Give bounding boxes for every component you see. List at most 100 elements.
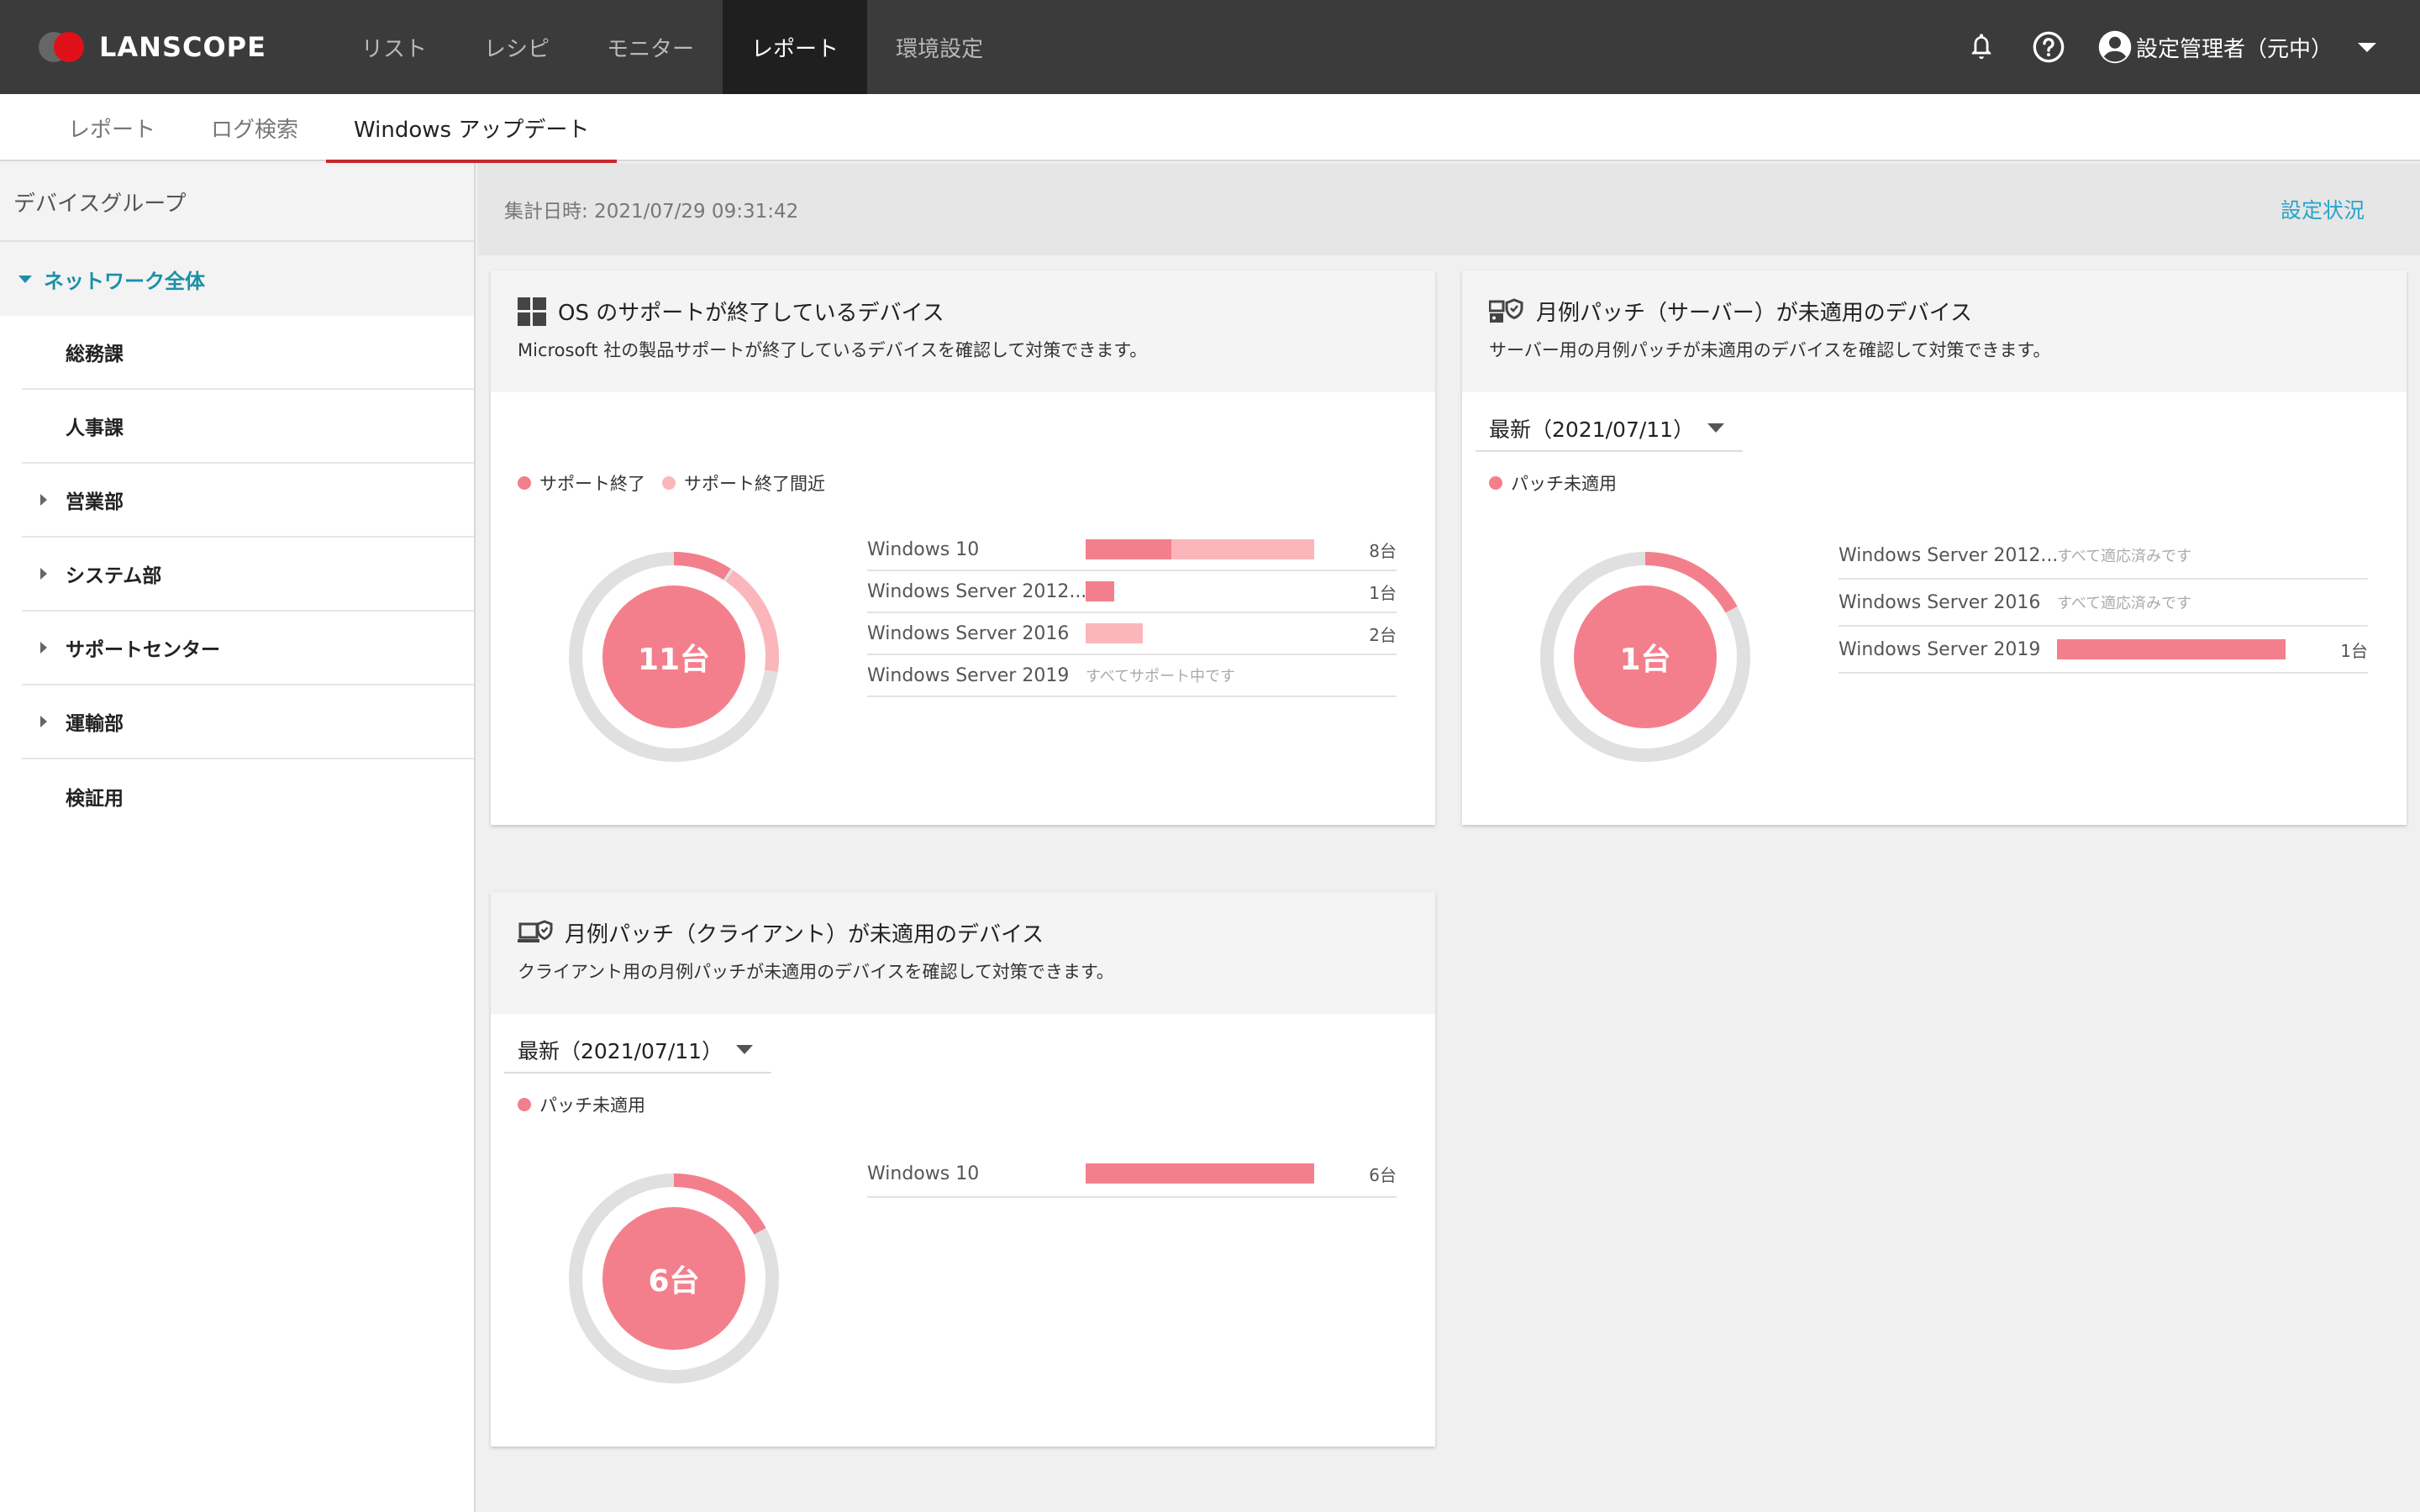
- caret-down-icon: [18, 275, 32, 283]
- bar-row-note: すべてサポート中です: [1086, 668, 1236, 685]
- chart-legend: パッチ未適用: [1489, 470, 1617, 496]
- caret-right-icon[interactable]: [40, 642, 47, 654]
- card-header: 月例パッチ（サーバー）が未適用のデバイス サーバー用の月例パッチが未適用のデバイ…: [1462, 270, 2407, 392]
- card-header: OS のサポートが終了しているデバイス Microsoft 社の製品サポートが終…: [491, 270, 1435, 392]
- bar-row-os-name: Windows Server 2019: [1839, 638, 2041, 660]
- select-value: 最新（2021/07/11）: [1489, 417, 1695, 442]
- caret-right-icon[interactable]: [40, 568, 47, 580]
- tab-report[interactable]: レポート: [40, 94, 183, 161]
- lanscope-logo[interactable]: LANSCOPE: [39, 30, 333, 64]
- server-shield-icon: [1489, 297, 1523, 323]
- bar-row[interactable]: Windows Server 2012... すべて適応済みです: [1839, 533, 2368, 580]
- bar-row[interactable]: Windows 10 6台: [867, 1151, 1397, 1198]
- legend-dot-patch-missing: [1489, 476, 1502, 490]
- sidebar-title: デバイスグループ: [0, 163, 474, 242]
- server-donut-chart: 1台: [1536, 548, 1754, 766]
- user-menu[interactable]: 設定管理者（元中）: [2097, 29, 2376, 65]
- sidebar-item-group[interactable]: 運輸部: [22, 685, 474, 759]
- donut-total: 11台: [637, 643, 711, 677]
- bar-row-count: 6台: [1369, 1164, 1397, 1185]
- sidebar-group-list: 総務課 人事課営業部システム部サポートセンター 運輸部検証用: [0, 316, 474, 833]
- caret-right-icon[interactable]: [40, 494, 47, 506]
- bar-track: [1086, 1163, 1314, 1184]
- sidebar-item-group[interactable]: サポートセンター: [22, 612, 474, 685]
- legend-support-near: サポート終了間近: [684, 474, 825, 494]
- sidebar-item-label: 検証用: [66, 788, 124, 810]
- top-right-tools: 設定管理者（元中）: [1933, 29, 2376, 66]
- help-icon[interactable]: [2030, 29, 2067, 66]
- bar-segment-patch-missing: [2057, 639, 2286, 659]
- tab-log-search[interactable]: ログ検索: [183, 94, 326, 161]
- card-description: サーバー用の月例パッチが未適用のデバイスを確認して対策できます。: [1489, 340, 2051, 360]
- chart-legend: パッチ未適用: [518, 1092, 645, 1117]
- logo-mark-icon: [39, 30, 89, 64]
- bar-row-os-name: Windows Server 2016: [1839, 591, 2041, 613]
- chevron-down-icon: [736, 1045, 753, 1054]
- device-group-sidebar: デバイスグループ ネットワーク全体 総務課 人事課営業部システム部サポートセンター…: [0, 163, 476, 1512]
- bar-segment-support-end: [1086, 539, 1171, 559]
- aggregation-timestamp: 集計日時: 2021/07/29 09:31:42: [504, 201, 799, 223]
- nav-item-recipe[interactable]: レシピ: [455, 0, 578, 94]
- sidebar-item-group[interactable]: 検証用: [22, 759, 474, 833]
- laptop-shield-icon: [518, 919, 553, 942]
- logo-text: LANSCOPE: [99, 31, 266, 63]
- bar-segment-patch-missing: [1086, 1163, 1314, 1184]
- bar-segment-support-near: [1086, 623, 1143, 643]
- bar-segment-support-near: [1171, 539, 1314, 559]
- client-patch-card: 月例パッチ（クライアント）が未適用のデバイス クライアント用の月例パッチが未適用…: [491, 892, 1435, 1446]
- main-nav: リスト レシピ モニター レポート 環境設定: [333, 0, 1012, 94]
- settings-status-link[interactable]: 設定状況: [2281, 194, 2365, 224]
- donut-arc-support-end: [673, 552, 731, 580]
- bar-row[interactable]: Windows Server 2016 2台: [867, 613, 1397, 655]
- bell-icon[interactable]: [1963, 29, 2000, 66]
- bar-track: [1086, 581, 1114, 601]
- chart-legend: サポート終了 サポート終了間近: [518, 470, 825, 496]
- os-support-card: OS のサポートが終了しているデバイス Microsoft 社の製品サポートが終…: [491, 270, 1435, 825]
- bar-row[interactable]: Windows Server 2019 1台: [1839, 627, 2368, 674]
- bar-row[interactable]: Windows Server 2012... 1台: [867, 571, 1397, 613]
- sidebar-item-group[interactable]: 人事課: [22, 390, 474, 464]
- caret-right-icon[interactable]: [40, 716, 47, 727]
- sidebar-item-network-all[interactable]: ネットワーク全体: [0, 242, 474, 316]
- chevron-down-icon: [1707, 423, 1724, 433]
- bar-row[interactable]: Windows 10 8台: [867, 529, 1397, 571]
- server-patch-card: 月例パッチ（サーバー）が未適用のデバイス サーバー用の月例パッチが未適用のデバイ…: [1462, 270, 2407, 825]
- card-title: 月例パッチ（サーバー）が未適用のデバイス: [1536, 301, 1972, 326]
- bar-row-note: すべて適応済みです: [2057, 548, 2192, 565]
- card-header: 月例パッチ（クライアント）が未適用のデバイス クライアント用の月例パッチが未適用…: [491, 892, 1435, 1014]
- bar-row-count: 2台: [1369, 624, 1397, 645]
- sidebar-item-label: 営業部: [66, 491, 124, 513]
- bar-row-os-name: Windows Server 2012...: [867, 580, 1086, 602]
- bar-segment-support-end: [1086, 581, 1114, 601]
- legend-dot-support-near: [662, 476, 676, 490]
- client-date-select[interactable]: 最新（2021/07/11）: [504, 1028, 771, 1074]
- main-header: 集計日時: 2021/07/29 09:31:42 設定状況: [477, 163, 2420, 255]
- legend-patch-missing: パッチ未適用: [539, 1095, 645, 1116]
- card-title: 月例パッチ（クライアント）が未適用のデバイス: [565, 922, 1044, 948]
- client-donut-chart: 6台: [565, 1169, 783, 1388]
- bar-row-os-name: Windows Server 2019: [867, 664, 1070, 686]
- nav-item-list[interactable]: リスト: [333, 0, 455, 94]
- sidebar-item-group[interactable]: 営業部: [22, 464, 474, 538]
- bar-track: [2057, 639, 2286, 659]
- windows-icon: [518, 297, 546, 326]
- sidebar-item-label: システム部: [66, 565, 162, 587]
- bar-row-count: 8台: [1369, 540, 1397, 561]
- legend-dot-patch-missing: [518, 1098, 531, 1111]
- bar-row[interactable]: Windows Server 2019 すべてサポート中です: [867, 655, 1397, 697]
- sidebar-item-group[interactable]: 総務課: [22, 316, 474, 390]
- bar-track: [1086, 539, 1314, 559]
- card-description: Microsoft 社の製品サポートが終了しているデバイスを確認して対策できます…: [518, 340, 1148, 360]
- nav-item-settings[interactable]: 環境設定: [867, 0, 1012, 94]
- legend-patch-missing: パッチ未適用: [1511, 474, 1617, 494]
- report-subtabs: レポート ログ検索 Windows アップデート: [0, 94, 2420, 163]
- server-date-select[interactable]: 最新（2021/07/11）: [1476, 407, 1743, 452]
- sidebar-item-group[interactable]: システム部: [22, 538, 474, 612]
- bar-row-note: すべて適応済みです: [2057, 595, 2192, 612]
- legend-dot-support-end: [518, 476, 531, 490]
- bar-row[interactable]: Windows Server 2016 すべて適応済みです: [1839, 580, 2368, 627]
- tab-windows-update[interactable]: Windows アップデート: [326, 94, 618, 163]
- nav-item-monitor[interactable]: モニター: [578, 0, 723, 94]
- nav-item-report[interactable]: レポート: [723, 0, 868, 94]
- donut-total: 1台: [1619, 643, 1671, 677]
